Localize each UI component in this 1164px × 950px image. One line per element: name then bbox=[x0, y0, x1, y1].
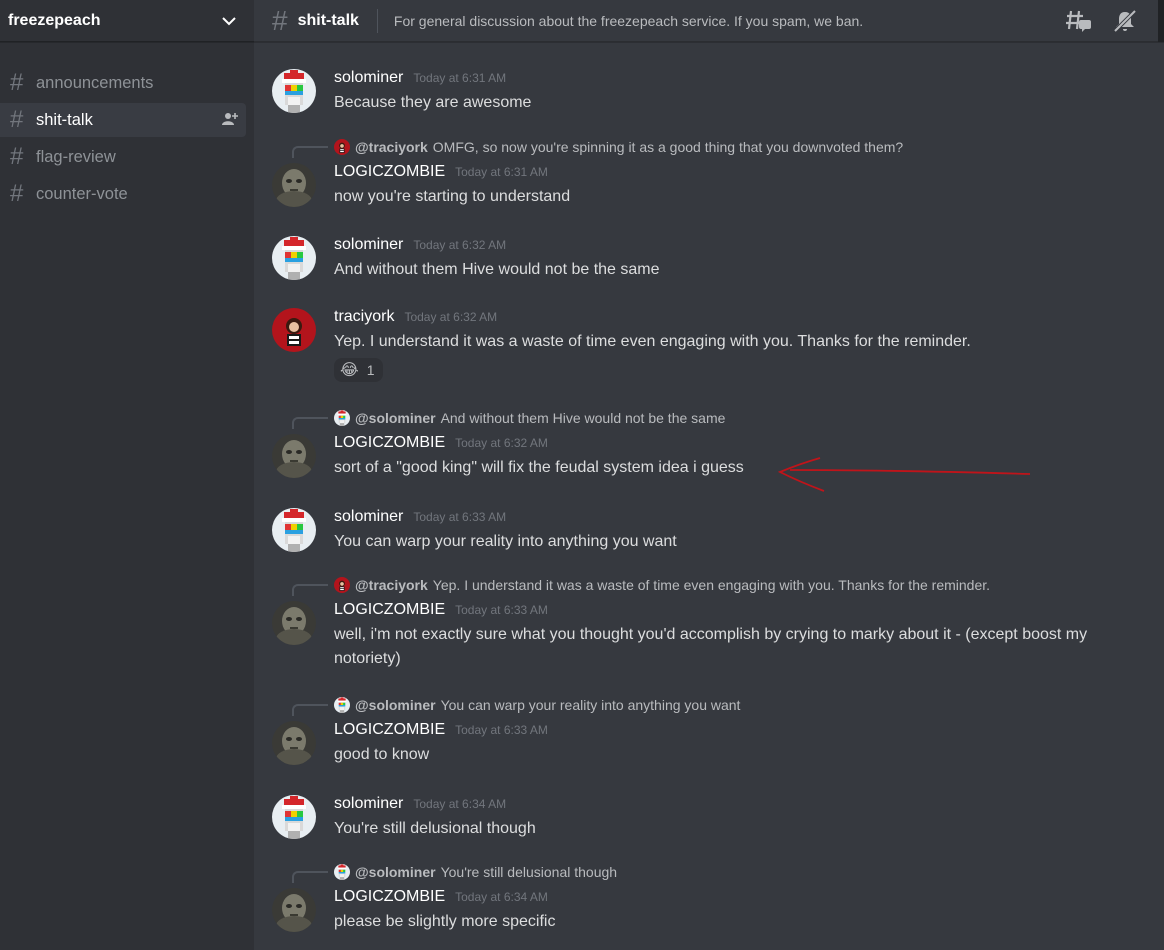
message-text: Yep. I understand it was a waste of time… bbox=[334, 333, 971, 350]
avatar bbox=[334, 864, 350, 880]
reply-text: Yep. I understand it was a waste of time… bbox=[432, 577, 991, 593]
username[interactable]: LOGICZOMBIE bbox=[334, 601, 445, 619]
avatar[interactable] bbox=[272, 434, 316, 478]
timestamp: Today at 6:34 AM bbox=[455, 890, 548, 904]
channel-sidebar: freezepeach # announcements # shit-talk … bbox=[0, 0, 254, 950]
channel-name: counter-vote bbox=[36, 184, 128, 203]
window-edge bbox=[1158, 0, 1164, 42]
message-text: sort of a "good king" will fix the feuda… bbox=[334, 459, 744, 476]
bell-slash-icon[interactable] bbox=[1112, 8, 1138, 34]
message-text: You can warp your reality into anything … bbox=[334, 533, 677, 550]
channel-name: flag-review bbox=[36, 147, 116, 166]
threads-icon[interactable] bbox=[1066, 8, 1092, 34]
avatar[interactable] bbox=[272, 308, 316, 352]
reply-text: OMFG, so now you're spinning it as a goo… bbox=[432, 139, 904, 155]
channel-name: announcements bbox=[36, 73, 154, 92]
reply-spine bbox=[292, 704, 328, 716]
divider bbox=[376, 8, 378, 33]
reply-preview[interactable]: @solominer You can warp your reality int… bbox=[334, 695, 1134, 715]
channel-item-announcements[interactable]: # announcements bbox=[0, 66, 246, 100]
channel-item-counter-vote[interactable]: # counter-vote bbox=[0, 177, 246, 211]
reply-username[interactable]: @solominer bbox=[355, 697, 436, 713]
joy-emoji-icon: 😂 bbox=[340, 362, 359, 379]
header-toolbar bbox=[1066, 0, 1164, 42]
reply-preview[interactable]: @solominer You're still delusional thoug… bbox=[334, 862, 1134, 882]
message-text: And without them Hive would not be the s… bbox=[334, 261, 660, 278]
reply-spine bbox=[292, 584, 328, 596]
message-text: well, i'm not exactly sure what you thou… bbox=[334, 626, 1088, 667]
avatar[interactable] bbox=[272, 795, 316, 839]
reply-username[interactable]: @solominer bbox=[355, 864, 436, 880]
channel-header: # shit-talk For general discussion about… bbox=[254, 0, 1164, 42]
timestamp: Today at 6:32 AM bbox=[455, 436, 548, 450]
timestamp: Today at 6:33 AM bbox=[455, 603, 548, 617]
server-header[interactable]: freezepeach bbox=[0, 0, 254, 42]
channel-item-shit-talk[interactable]: # shit-talk bbox=[0, 103, 246, 137]
avatar[interactable] bbox=[272, 69, 316, 113]
reply-spine bbox=[292, 417, 328, 429]
reply-preview[interactable]: @traciyork OMFG, so now you're spinning … bbox=[334, 137, 1134, 157]
message-text: You're still delusional though bbox=[334, 820, 536, 837]
username[interactable]: LOGICZOMBIE bbox=[334, 434, 445, 452]
hash-icon: # bbox=[272, 4, 288, 36]
avatar[interactable] bbox=[272, 508, 316, 552]
reply-username[interactable]: @solominer bbox=[355, 410, 436, 426]
server-name: freezepeach bbox=[8, 11, 101, 29]
reply-text: You can warp your reality into anything … bbox=[440, 697, 741, 713]
hash-icon: # bbox=[10, 69, 24, 96]
timestamp: Today at 6:31 AM bbox=[455, 165, 548, 179]
channel-name: shit-talk bbox=[36, 110, 93, 129]
hash-icon: # bbox=[10, 106, 24, 133]
chevron-down-icon[interactable] bbox=[222, 13, 236, 29]
username[interactable]: solominer bbox=[334, 508, 403, 526]
username[interactable]: LOGICZOMBIE bbox=[334, 163, 445, 181]
channel-topic[interactable]: For general discussion about the freezep… bbox=[394, 13, 863, 29]
username[interactable]: solominer bbox=[334, 795, 403, 813]
timestamp: Today at 6:31 AM bbox=[413, 71, 507, 85]
reply-username[interactable]: @traciyork bbox=[355, 577, 428, 593]
username[interactable]: traciyork bbox=[334, 308, 394, 326]
hash-icon: # bbox=[10, 180, 24, 207]
avatar[interactable] bbox=[272, 236, 316, 280]
reply-preview[interactable]: @traciyork Yep. I understand it was a wa… bbox=[334, 575, 1134, 595]
avatar[interactable] bbox=[272, 888, 316, 932]
avatar[interactable] bbox=[272, 163, 316, 207]
message-list: solominer Today at 6:31 AM Because they … bbox=[254, 43, 1164, 950]
message-text: Because they are awesome bbox=[334, 94, 532, 111]
timestamp: Today at 6:32 AM bbox=[404, 310, 498, 324]
avatar[interactable] bbox=[272, 721, 316, 765]
reply-username[interactable]: @traciyork bbox=[355, 139, 428, 155]
message-text: now you're starting to understand bbox=[334, 188, 571, 205]
add-user-icon[interactable] bbox=[222, 112, 238, 129]
reply-text: And without them Hive would not be the s… bbox=[440, 410, 726, 426]
reply-spine bbox=[292, 871, 328, 883]
timestamp: Today at 6:33 AM bbox=[455, 723, 548, 737]
username[interactable]: solominer bbox=[334, 236, 403, 254]
avatar bbox=[334, 139, 350, 155]
timestamp: Today at 6:32 AM bbox=[413, 238, 507, 252]
avatar bbox=[334, 410, 350, 426]
username[interactable]: solominer bbox=[334, 69, 403, 87]
username[interactable]: LOGICZOMBIE bbox=[334, 888, 445, 906]
avatar bbox=[334, 697, 350, 713]
username[interactable]: LOGICZOMBIE bbox=[334, 721, 445, 739]
channel-item-flag-review[interactable]: # flag-review bbox=[0, 140, 246, 174]
reply-spine bbox=[292, 146, 328, 158]
timestamp: Today at 6:34 AM bbox=[413, 797, 507, 811]
reaction-count: 1 bbox=[366, 362, 375, 378]
message-text: good to know bbox=[334, 746, 430, 763]
channel-title: shit-talk bbox=[297, 11, 359, 29]
reply-preview[interactable]: @solominer And without them Hive would n… bbox=[334, 408, 1134, 428]
reaction-button[interactable]: 😂 1 bbox=[334, 358, 383, 382]
avatar bbox=[334, 577, 350, 593]
avatar[interactable] bbox=[272, 601, 316, 645]
hash-icon: # bbox=[10, 143, 24, 170]
timestamp: Today at 6:33 AM bbox=[413, 510, 507, 524]
message-text: please be slightly more specific bbox=[334, 913, 556, 930]
channel-list: # announcements # shit-talk # flag-revie… bbox=[0, 42, 254, 211]
reply-text: You're still delusional though bbox=[440, 864, 618, 880]
